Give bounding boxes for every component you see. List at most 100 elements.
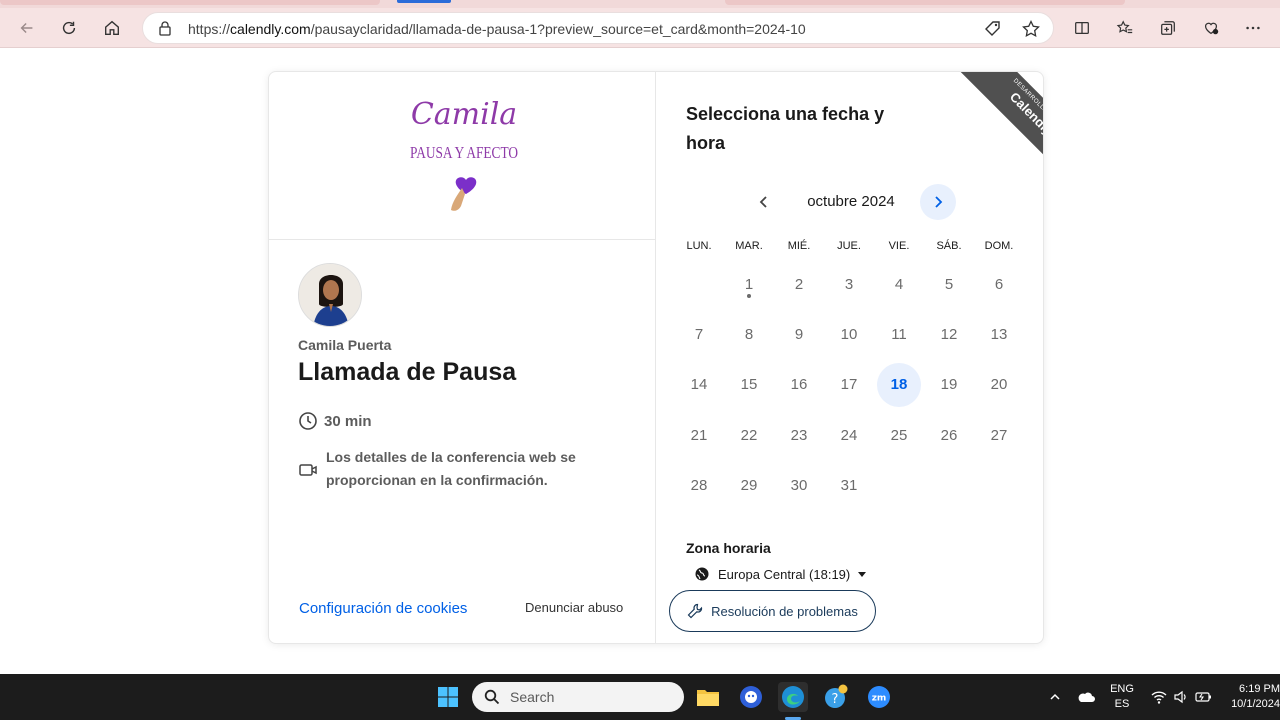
folder-icon bbox=[697, 690, 719, 706]
timezone-value: Europa Central (18:19) bbox=[718, 566, 851, 582]
brand-logo: Camila PAUSA Y AFECTO bbox=[410, 97, 518, 211]
calendar-day: 9 bbox=[794, 325, 804, 343]
calendar-day: 24 bbox=[840, 426, 858, 444]
edge-browser-button[interactable] bbox=[778, 682, 808, 712]
event-duration: 30 min bbox=[298, 411, 372, 431]
split-screen-button[interactable] bbox=[1068, 14, 1096, 42]
more-menu-button[interactable] bbox=[1239, 14, 1267, 42]
month-navigator: octubre 2024 bbox=[746, 184, 956, 220]
help-button[interactable]: ? bbox=[821, 682, 851, 712]
taskbar: Search ? zm ENG ES 6:19 PM 10/1/2024 bbox=[0, 674, 1280, 720]
system-tray-status[interactable] bbox=[1145, 682, 1219, 712]
weekday-label: MAR. bbox=[735, 240, 763, 252]
favorite-star-icon[interactable] bbox=[1021, 19, 1041, 39]
calendar-day-today[interactable]: 18 bbox=[877, 362, 921, 407]
cookie-settings-link[interactable]: Configuración de cookies bbox=[299, 600, 467, 617]
tab-strip bbox=[0, 0, 1280, 8]
help-icon: ? bbox=[825, 684, 848, 708]
home-button[interactable] bbox=[98, 14, 126, 42]
taskbar-search[interactable]: Search bbox=[472, 682, 684, 712]
powered-by-ribbon[interactable]: DESARROLLADO POR Calendly bbox=[945, 72, 1043, 172]
calendar-day: 27 bbox=[990, 426, 1008, 444]
weekday-label: DOM. bbox=[984, 240, 1014, 252]
address-bar[interactable]: https://calendly.com/pausayclaridad/llam… bbox=[142, 12, 1054, 44]
chevron-left-icon bbox=[759, 196, 767, 208]
edge-icon bbox=[782, 686, 804, 708]
weekday-label: JUE. bbox=[837, 240, 861, 252]
video-camera-icon bbox=[299, 464, 317, 476]
globe-icon bbox=[695, 567, 709, 581]
host-photo bbox=[299, 264, 361, 326]
host-name: Camila Puerta bbox=[298, 337, 392, 353]
ribbon-band[interactable]: DESARROLLADO POR Calendly bbox=[960, 72, 1043, 172]
tag-icon[interactable] bbox=[983, 19, 1003, 39]
split-screen-icon bbox=[1075, 21, 1089, 35]
tab-inactive[interactable] bbox=[0, 0, 380, 5]
calendar-day: 23 bbox=[790, 426, 808, 444]
calendar-day: 8 bbox=[744, 325, 754, 343]
weekday-header: LUN. MAR. MIÉ. JUE. VIE. SÁB. DOM. bbox=[674, 240, 1024, 256]
calendar-day: 20 bbox=[990, 376, 1008, 394]
cloud-icon bbox=[1078, 692, 1095, 702]
current-day-dot bbox=[747, 294, 751, 298]
clock-time: 6:19 PM bbox=[1239, 683, 1280, 695]
calendar-day: 28 bbox=[690, 477, 708, 495]
event-details-panel: Camila PAUSA Y AFECTO Camila Puerta Llam… bbox=[269, 72, 656, 643]
calendar-day: 30 bbox=[790, 477, 808, 495]
url-text[interactable]: https://calendly.com/pausayclaridad/llam… bbox=[188, 21, 806, 37]
favorites-icon bbox=[1116, 20, 1133, 34]
timezone-select[interactable]: Europa Central (18:19) bbox=[694, 566, 867, 582]
zoom-button[interactable]: zm bbox=[864, 682, 894, 712]
heart-pulse-icon bbox=[1204, 22, 1219, 35]
calendar-day: 12 bbox=[940, 325, 958, 343]
clock-icon bbox=[299, 412, 317, 430]
clock-date: 10/1/2024 bbox=[1231, 698, 1280, 710]
refresh-button[interactable] bbox=[55, 14, 83, 42]
windows-logo-icon bbox=[438, 687, 458, 707]
event-conference: Los detalles de la conferencia web se pr… bbox=[298, 446, 618, 492]
file-explorer-button[interactable] bbox=[693, 682, 723, 712]
back-button[interactable] bbox=[13, 14, 41, 42]
browser-essentials-button[interactable] bbox=[1197, 14, 1225, 42]
lock-icon[interactable] bbox=[157, 20, 173, 36]
wrench-icon bbox=[687, 603, 703, 619]
booking-card: Camila PAUSA Y AFECTO Camila Puerta Llam… bbox=[268, 71, 1044, 644]
collections-icon bbox=[1161, 21, 1175, 35]
calendar-day: 14 bbox=[690, 376, 708, 394]
chevron-right-icon bbox=[935, 196, 943, 208]
date-picker-panel: DESARROLLADO POR Calendly Selecciona una… bbox=[656, 72, 1043, 643]
calendar-day: 29 bbox=[740, 477, 758, 495]
speaker-icon bbox=[1174, 690, 1186, 704]
calendar-day: 3 bbox=[844, 275, 854, 293]
troubleshoot-button[interactable]: Resolución de problemas bbox=[669, 590, 876, 632]
collections-button[interactable] bbox=[1154, 14, 1182, 42]
zoom-icon: zm bbox=[868, 686, 890, 708]
wifi-icon bbox=[1151, 691, 1167, 704]
app-launcher-button[interactable] bbox=[736, 682, 766, 712]
calendar-day: 21 bbox=[690, 426, 708, 444]
caret-down-icon bbox=[858, 572, 867, 577]
previous-month-button[interactable] bbox=[746, 184, 782, 220]
conference-note: Los detalles de la conferencia web se pr… bbox=[326, 449, 576, 488]
svg-text:Camila: Camila bbox=[411, 97, 517, 132]
favorites-button[interactable] bbox=[1111, 14, 1139, 42]
calendar-day: 17 bbox=[840, 376, 858, 394]
search-placeholder: Search bbox=[510, 689, 555, 705]
troubleshoot-label: Resolución de problemas bbox=[711, 603, 858, 619]
svg-text:?: ? bbox=[832, 692, 839, 707]
language-code: ENG bbox=[1110, 683, 1134, 695]
show-hidden-icons-button[interactable] bbox=[1040, 682, 1070, 712]
chevron-up-icon bbox=[1050, 693, 1060, 700]
report-abuse-link[interactable]: Denunciar abuso bbox=[525, 600, 623, 615]
language-indicator[interactable]: ENG ES bbox=[1107, 682, 1137, 712]
svg-text:zm: zm bbox=[872, 694, 887, 704]
event-title: Llamada de Pausa bbox=[298, 358, 517, 386]
back-arrow-icon bbox=[20, 22, 33, 34]
next-month-button[interactable] bbox=[920, 184, 956, 220]
tab-inactive[interactable] bbox=[725, 0, 1125, 5]
start-button[interactable] bbox=[433, 682, 463, 712]
active-tab-indicator bbox=[397, 0, 451, 3]
weekday-label: MIÉ. bbox=[787, 240, 811, 252]
onedrive-button[interactable] bbox=[1071, 682, 1101, 712]
system-clock[interactable]: 6:19 PM 10/1/2024 bbox=[1228, 682, 1280, 712]
